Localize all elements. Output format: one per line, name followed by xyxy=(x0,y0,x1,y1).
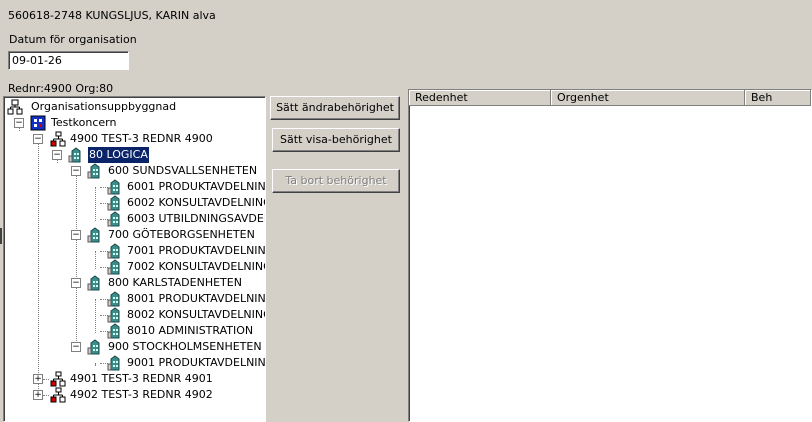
tree-item-label: 6002 KONSULTAVDELNING xyxy=(127,196,266,209)
unit-icon xyxy=(107,291,120,307)
tree-item-label: 7002 KONSULTAVDELNING xyxy=(127,260,266,273)
tree-item-8002[interactable]: 8002 KONSULTAVDELNING xyxy=(4,307,266,323)
tree-root-label: Organisationsuppbyggnad xyxy=(31,100,177,113)
tree-item-6003[interactable]: 6003 UTBILDNINGSAVDELI xyxy=(4,211,266,227)
unit-icon xyxy=(107,211,120,227)
org-structure-icon xyxy=(7,99,23,115)
tree-item-label: 4902 TEST-3 REDNR 4902 xyxy=(70,388,213,401)
network-icon xyxy=(50,387,66,403)
expand-icon[interactable]: + xyxy=(33,374,43,384)
remove-permission-button[interactable]: Ta bort behörighet xyxy=(272,169,400,193)
unit-icon xyxy=(87,163,100,179)
tree-item-8010[interactable]: 8010 ADMINISTRATION xyxy=(4,323,264,339)
unit-icon xyxy=(107,243,120,259)
unit-icon xyxy=(68,147,81,163)
tree-item-label: 8001 PRODUKTAVDELNING xyxy=(127,292,266,305)
unit-icon xyxy=(107,259,120,275)
network-icon xyxy=(50,371,66,387)
tree-item-8001[interactable]: 8001 PRODUKTAVDELNING xyxy=(4,291,266,307)
collapse-icon[interactable]: − xyxy=(71,230,81,240)
collapse-icon[interactable]: − xyxy=(33,134,43,144)
tree-item-label: Testkoncern xyxy=(51,116,117,129)
tree-item-label: 8010 ADMINISTRATION xyxy=(127,324,254,337)
unit-icon xyxy=(107,355,120,371)
unit-icon xyxy=(87,227,100,243)
column-header-redenhet[interactable]: Redenhet xyxy=(409,90,551,106)
unit-icon xyxy=(107,323,120,339)
unit-icon xyxy=(107,195,120,211)
rednr-org-label: Rednr:4900 Org:80 xyxy=(8,82,114,95)
person-title: 560618-2748 KUNGSLJUS, KARIN alva xyxy=(8,9,216,22)
column-header-beh[interactable]: Beh xyxy=(745,90,811,106)
tree-item-600[interactable]: − 600 SUNDSVALLSENHETEN xyxy=(4,163,264,179)
tree-item-label: 80 LOGICA xyxy=(87,146,150,164)
tree-item-4902[interactable]: + 4902 TEST-3 REDNR 4902 xyxy=(4,387,264,403)
unit-icon xyxy=(87,339,100,355)
unit-icon xyxy=(107,307,120,323)
splitter-mark xyxy=(0,228,2,244)
unit-icon xyxy=(87,275,100,291)
tree-item-testkoncern[interactable]: − Testkoncern xyxy=(4,115,264,131)
tree-item-800[interactable]: − 800 KARLSTADENHETEN xyxy=(4,275,264,291)
tree-item-label: 6001 PRODUKTAVDELNING xyxy=(127,180,266,193)
tree-item-label: 7001 PRODUKTAVDELNING xyxy=(127,244,266,257)
permission-table[interactable]: Redenhet Orgenhet Beh xyxy=(408,89,812,422)
unit-icon xyxy=(107,179,120,195)
tree-item-7002[interactable]: 7002 KONSULTAVDELNING xyxy=(4,259,266,275)
collapse-icon[interactable]: − xyxy=(52,150,62,160)
tree-item-9001[interactable]: 9001 PRODUKTAVDELNING xyxy=(4,355,266,371)
date-label: Datum för organisation xyxy=(9,33,137,46)
tree-item-label: 600 SUNDSVALLSENHETEN xyxy=(108,164,258,177)
tree-item-4900[interactable]: − 4900 TEST-3 REDNR 4900 xyxy=(4,131,264,147)
tree-item-label: 8002 KONSULTAVDELNING xyxy=(127,308,266,321)
tree-item-7001[interactable]: 7001 PRODUKTAVDELNING xyxy=(4,243,266,259)
tree-root[interactable]: Organisationsuppbyggnad xyxy=(4,99,264,115)
tree-item-label: 6003 UTBILDNINGSAVDELI xyxy=(127,212,266,225)
expand-icon[interactable]: + xyxy=(33,390,43,400)
set-view-permission-button[interactable]: Sätt visa-behörighet xyxy=(272,128,400,152)
collapse-icon[interactable]: − xyxy=(14,118,24,128)
tree-item-label: 9001 PRODUKTAVDELNING xyxy=(127,356,266,369)
tree-item-80-logica[interactable]: − 80 LOGICA xyxy=(4,146,264,164)
tree-item-6001[interactable]: 6001 PRODUKTAVDELNING xyxy=(4,179,266,195)
tree-item-label: 4900 TEST-3 REDNR 4900 xyxy=(70,132,213,145)
tree-item-label: 900 STOCKHOLMSENHETEN xyxy=(108,340,262,353)
tree-item-700[interactable]: − 700 GÖTEBORGSENHETEN xyxy=(4,227,264,243)
network-icon xyxy=(50,131,66,147)
collapse-icon[interactable]: − xyxy=(71,166,81,176)
concern-icon xyxy=(30,115,46,131)
tree-item-label: 700 GÖTEBORGSENHETEN xyxy=(108,228,255,241)
collapse-icon[interactable]: − xyxy=(71,278,81,288)
column-header-orgenhet[interactable]: Orgenhet xyxy=(551,90,745,106)
tree-item-900[interactable]: − 900 STOCKHOLMSENHETEN xyxy=(4,339,264,355)
tree-item-label: 800 KARLSTADENHETEN xyxy=(108,276,242,289)
set-change-permission-button[interactable]: Sätt ändrabehörighet xyxy=(270,96,400,120)
tree-item-label: 4901 TEST-3 REDNR 4901 xyxy=(70,372,213,385)
collapse-icon[interactable]: − xyxy=(71,342,81,352)
org-tree[interactable]: Organisationsuppbyggnad − Testkoncern − … xyxy=(3,96,266,422)
tree-item-4901[interactable]: + 4901 TEST-3 REDNR 4901 xyxy=(4,371,264,387)
date-input[interactable]: 09-01-26 xyxy=(8,51,129,70)
tree-item-6002[interactable]: 6002 KONSULTAVDELNING xyxy=(4,195,266,211)
